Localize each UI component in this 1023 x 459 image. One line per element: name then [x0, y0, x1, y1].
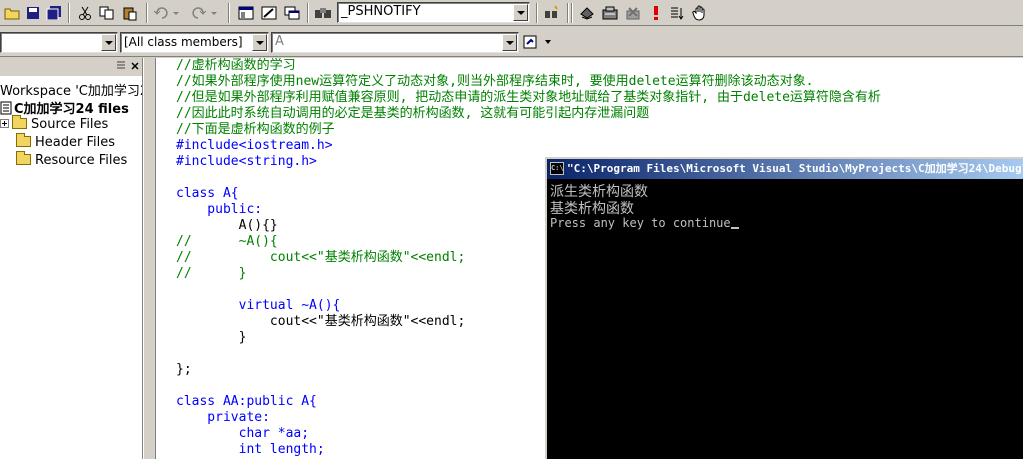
chevron-down-icon[interactable]	[101, 34, 116, 51]
code-line: //虚析构函数的学习	[176, 58, 296, 73]
folder-label: Header Files	[35, 135, 115, 150]
stop-build-icon[interactable]	[623, 3, 643, 23]
console-title-bar[interactable]: C:\ "C:\Program Files\Microsoft Visual S…	[547, 159, 1023, 179]
expand-plus-icon[interactable]	[0, 119, 9, 128]
paste-icon[interactable]	[120, 3, 140, 23]
code-line: class AA:public A{	[176, 394, 317, 409]
console-prompt: Press any key to continue	[550, 216, 731, 230]
function-combo-value: A	[275, 34, 284, 49]
chevron-down-icon[interactable]	[502, 34, 517, 51]
members-combo[interactable]: [All class members]	[120, 32, 269, 53]
workspace-root[interactable]: Workspace 'C加加学习24' : 1 project(s)	[0, 80, 142, 99]
window-list-icon[interactable]	[282, 3, 302, 23]
redo-icon[interactable]	[190, 3, 220, 23]
find-combo-value: _PSHNOTIFY	[341, 4, 421, 19]
close-icon[interactable]	[129, 60, 141, 72]
code-line: #include<string.h>	[176, 154, 317, 169]
grip-icon[interactable]	[115, 60, 127, 72]
copy-icon[interactable]	[97, 3, 117, 23]
build-icon[interactable]	[600, 3, 620, 23]
console-output-line: Press any key to continue	[550, 216, 739, 230]
panel-splitter[interactable]	[143, 58, 155, 459]
workspace-title: Workspace 'C加加学习24' : 1 project(s)	[0, 84, 142, 99]
code-line: int length;	[176, 442, 325, 457]
code-line: public:	[176, 202, 263, 217]
cut-icon[interactable]	[75, 3, 95, 23]
search-icon[interactable]	[542, 3, 562, 23]
code-line: A(){}	[176, 218, 278, 233]
workspace-panel-header	[0, 58, 142, 76]
go-icon[interactable]	[667, 3, 687, 23]
standard-toolbar: _PSHNOTIFY	[0, 0, 1023, 26]
find-combo[interactable]: _PSHNOTIFY	[337, 2, 530, 23]
folder-resource-files[interactable]: Resource Files	[16, 151, 128, 168]
execute-icon[interactable]	[646, 3, 666, 23]
console-output-line: 基类析构函数	[550, 201, 634, 217]
console-title: "C:\Program Files\Microsoft Visual Studi…	[567, 162, 1023, 175]
folder-label: Resource Files	[35, 153, 128, 168]
wizard-action-icon[interactable]	[522, 32, 556, 52]
chevron-down-icon[interactable]	[513, 4, 528, 21]
compile-icon[interactable]	[577, 3, 597, 23]
code-line: #include<iostream.h>	[176, 138, 333, 153]
console-icon: C:\	[550, 162, 564, 175]
code-line: char *aa;	[176, 426, 310, 441]
function-combo[interactable]: A	[271, 32, 519, 53]
folder-header-files[interactable]: Header Files	[16, 133, 115, 150]
workspace-panel: Workspace 'C加加学习24' : 1 project(s) C加加学习…	[0, 58, 143, 459]
undo-icon[interactable]	[152, 3, 182, 23]
code-line: class A{	[176, 186, 239, 201]
code-line: //因此此时系统自动调用的必定是基类的析构函数, 这就有可能引起内存泄漏问题	[176, 106, 650, 121]
wizard-bar: [All class members] A	[0, 28, 1023, 57]
save-icon[interactable]	[23, 3, 43, 23]
folder-source-files[interactable]: Source Files	[0, 115, 109, 132]
code-line: //如果外部程序使用new运算符定义了动态对象,则当外部程序结束时, 要使用de…	[176, 74, 814, 89]
code-line: // ~A(){	[176, 234, 278, 249]
open-folder-icon[interactable]	[2, 3, 22, 23]
code-line: //但是如果外部程序利用赋值兼容原则, 把动态申请的派生类对象地址赋给了基类对象…	[176, 90, 881, 105]
console-window[interactable]: C:\ "C:\Program Files\Microsoft Visual S…	[545, 157, 1023, 459]
project-icon	[0, 101, 12, 115]
output-window-icon[interactable]	[259, 3, 279, 23]
code-line: };	[176, 362, 192, 377]
members-combo-value: [All class members]	[124, 35, 243, 49]
folder-icon	[12, 115, 27, 129]
code-line: cout<<"基类析构函数"<<endl;	[176, 314, 466, 329]
folder-icon	[16, 151, 31, 165]
chevron-down-icon[interactable]	[252, 34, 267, 51]
hand-icon[interactable]	[690, 3, 710, 23]
code-line: //下面是虚析构函数的例子	[176, 122, 335, 137]
code-line: }	[176, 330, 247, 345]
folder-icon	[16, 133, 31, 147]
code-line: // cout<<"基类析构函数"<<endl;	[176, 250, 466, 265]
find-in-files-icon[interactable]	[313, 3, 333, 23]
folder-label: Source Files	[31, 117, 109, 132]
code-line: // }	[176, 266, 247, 281]
code-line: virtual ~A(){	[176, 298, 341, 313]
text-cursor	[730, 227, 739, 229]
save-all-icon[interactable]	[44, 3, 64, 23]
class-combo[interactable]	[0, 32, 118, 53]
workspace-window-icon[interactable]	[236, 3, 256, 23]
code-line: private:	[176, 410, 270, 425]
project-name: C加加学习24 files	[14, 102, 129, 117]
